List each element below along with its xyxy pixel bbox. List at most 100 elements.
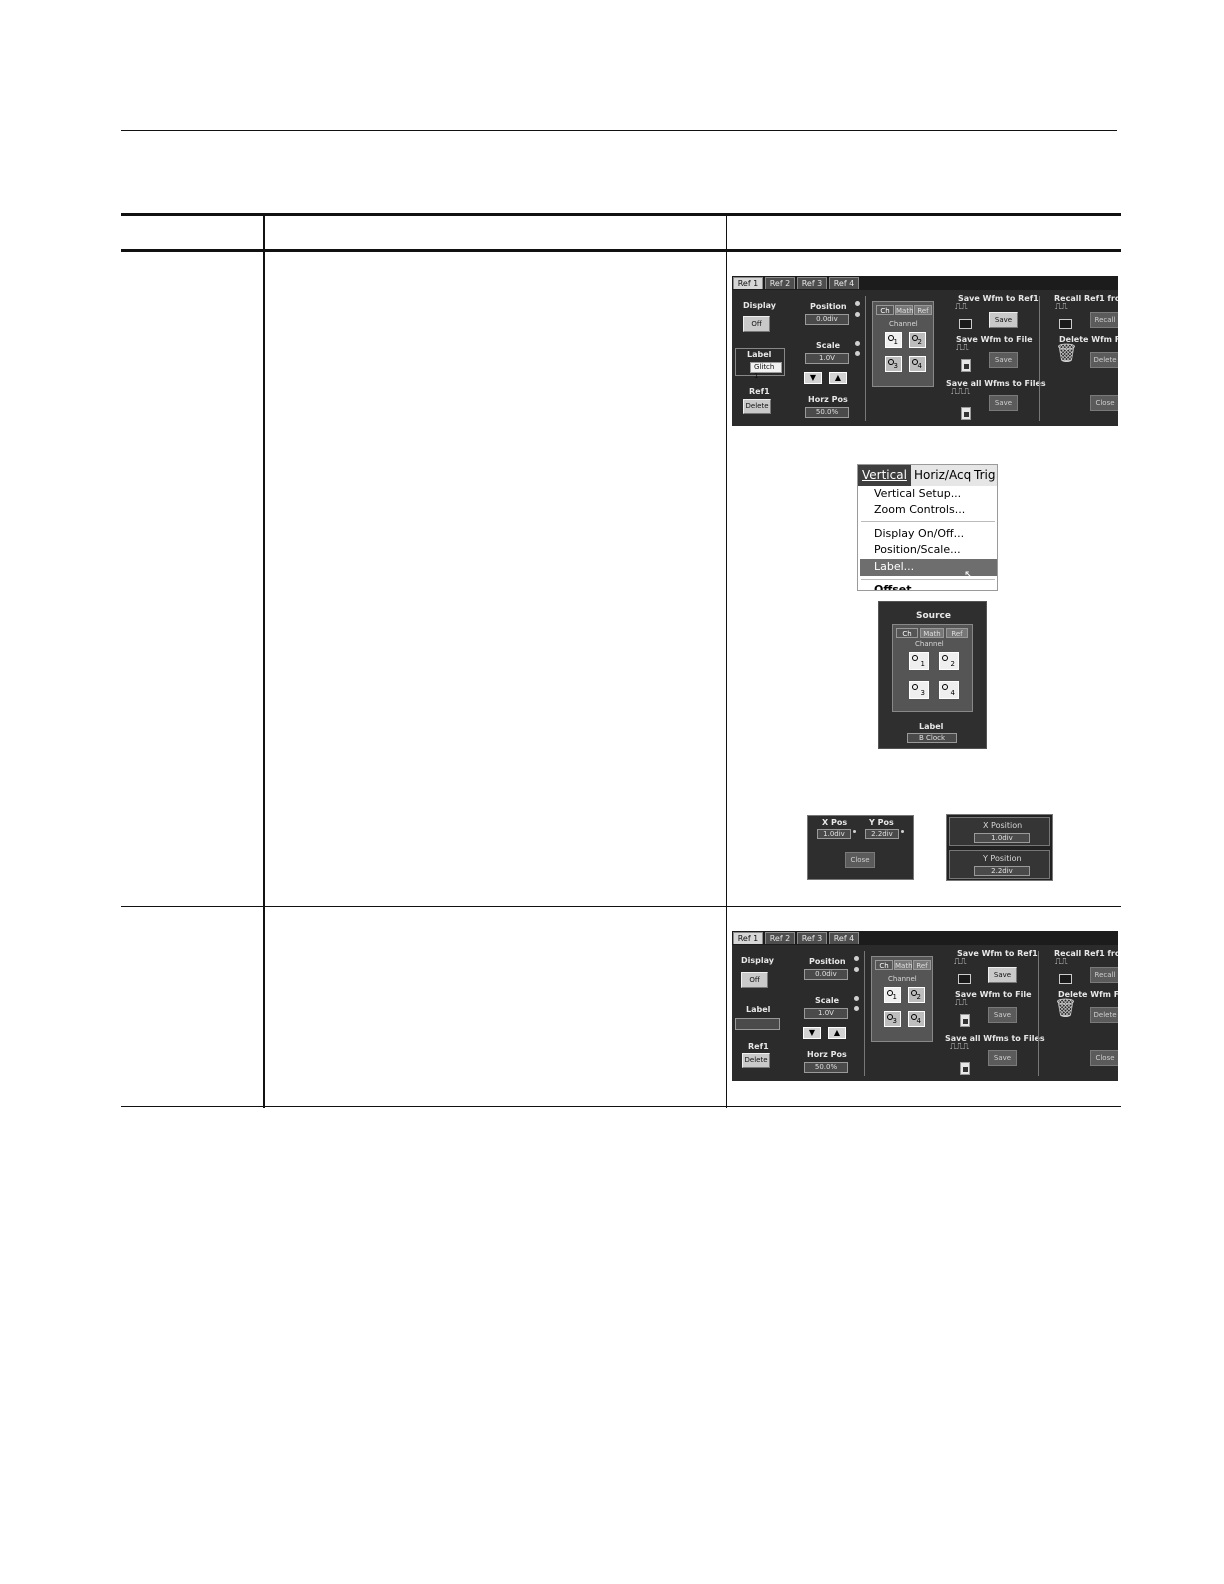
menu-bar: Vertical Horiz/Acq Trig — [858, 465, 997, 486]
tab-ref-3[interactable]: Ref 3 — [797, 932, 827, 944]
channel-3-button[interactable]: 3 — [884, 1011, 901, 1027]
tab-math[interactable]: Math — [895, 305, 914, 315]
tab-ref[interactable]: Ref — [946, 628, 968, 638]
horz-pos-input[interactable]: 50.0% — [805, 407, 849, 418]
menu-item-display-on-off[interactable]: Display On/Off... — [874, 527, 964, 540]
position-knob-icon[interactable] — [855, 312, 860, 317]
channel-4-button[interactable]: 4 — [939, 681, 959, 699]
divider — [1039, 296, 1040, 421]
channel-1-button[interactable]: 1 — [885, 332, 902, 348]
channel-2-button[interactable]: 2 — [939, 652, 959, 670]
position-knob-icon[interactable] — [854, 967, 859, 972]
source-channel-box: Ch Math Ref Channel 1 2 3 4 — [872, 301, 934, 387]
divider — [1038, 951, 1039, 1076]
scale-knob-icon[interactable] — [855, 351, 860, 356]
tab-ch[interactable]: Ch — [875, 960, 893, 970]
scale-knob-icon[interactable] — [854, 996, 859, 1001]
x-pos-input[interactable]: 1.0div — [817, 829, 851, 839]
position-input[interactable]: 0.0div — [805, 314, 849, 325]
channel-3-button[interactable]: 3 — [885, 356, 902, 372]
channel-1-button[interactable]: 1 — [884, 987, 901, 1003]
display-off-button[interactable]: Off — [743, 316, 770, 332]
scale-label: Scale — [815, 996, 840, 1005]
channel-1-button[interactable]: 1 — [909, 652, 929, 670]
tab-ch[interactable]: Ch — [896, 628, 918, 638]
label-input[interactable] — [735, 1018, 780, 1030]
position-knob-icon[interactable] — [855, 301, 860, 306]
x-position-input[interactable]: 1.0div — [974, 833, 1030, 843]
ref-tab-bar: Ref 1 Ref 2 Ref 3 Ref 4 — [732, 276, 1118, 290]
channel-2-button[interactable]: 2 — [908, 987, 925, 1003]
tab-math[interactable]: Math — [894, 960, 913, 970]
save-to-file-button[interactable]: Save — [989, 352, 1018, 368]
waveform-icon: ⎍⎍ — [955, 998, 968, 1008]
menu-item-vertical-setup[interactable]: Vertical Setup... — [874, 487, 961, 500]
save-to-ref-button[interactable]: Save — [988, 967, 1017, 983]
menu-separator — [861, 579, 995, 580]
y-pos-knob-icon[interactable] — [901, 830, 904, 833]
ref-memory-icon — [1059, 974, 1072, 984]
tab-ref-3[interactable]: Ref 3 — [797, 277, 827, 289]
close-button[interactable]: Close — [1090, 395, 1118, 411]
close-button[interactable]: Close — [1090, 1050, 1118, 1066]
scale-up-arrow-icon[interactable]: ▲ — [829, 372, 847, 384]
recall-button[interactable]: Recall — [1090, 312, 1118, 328]
y-position-input[interactable]: 2.2div — [974, 866, 1030, 876]
tab-ref-2[interactable]: Ref 2 — [765, 932, 795, 944]
save-all-button[interactable]: Save — [989, 395, 1018, 411]
tab-ref-4[interactable]: Ref 4 — [829, 277, 859, 289]
label-input[interactable]: Glitch 1 — [750, 362, 782, 380]
menu-vertical[interactable]: Vertical — [858, 465, 911, 486]
tab-ref-4[interactable]: Ref 4 — [829, 932, 859, 944]
delete-files-button[interactable]: Delete — [1090, 1007, 1118, 1023]
close-button[interactable]: Close — [845, 852, 875, 868]
delete-files-button[interactable]: Delete — [1090, 352, 1118, 368]
horz-pos-input[interactable]: 50.0% — [804, 1062, 848, 1073]
tab-math[interactable]: Math — [920, 628, 944, 638]
channel-3-button[interactable]: 3 — [909, 681, 929, 699]
scale-input[interactable]: 1.0V — [805, 353, 849, 364]
scale-down-arrow-icon[interactable]: ▼ — [803, 1027, 821, 1039]
channel-2-button[interactable]: 2 — [909, 332, 926, 348]
menu-item-offset[interactable]: Offset — [874, 583, 912, 590]
position-input[interactable]: 0.0div — [804, 969, 848, 980]
channel-4-button[interactable]: 4 — [909, 356, 926, 372]
divider — [865, 296, 866, 421]
delete-ref-button[interactable]: Delete — [742, 1053, 770, 1068]
channel-label: Channel — [915, 640, 944, 648]
header-rule — [121, 130, 1117, 131]
source-channel-box: Ch Math Ref Channel 1 2 3 4 — [892, 624, 973, 712]
position-knob-icon[interactable] — [854, 956, 859, 961]
files-icon — [960, 1062, 970, 1075]
save-to-ref-button[interactable]: Save — [989, 312, 1018, 328]
scale-down-arrow-icon[interactable]: ▼ — [804, 372, 822, 384]
save-to-file-button[interactable]: Save — [988, 1007, 1017, 1023]
scale-knob-icon[interactable] — [854, 1006, 859, 1011]
scale-up-arrow-icon[interactable]: ▲ — [828, 1027, 846, 1039]
menu-item-label[interactable]: Label... — [874, 560, 914, 573]
menu-item-zoom-controls[interactable]: Zoom Controls... — [874, 503, 965, 516]
channel-4-button[interactable]: 4 — [908, 1011, 925, 1027]
recall-button[interactable]: Recall — [1090, 967, 1118, 983]
y-pos-input[interactable]: 2.2div — [865, 829, 899, 839]
tab-ref-1[interactable]: Ref 1 — [733, 277, 763, 289]
tab-ref-2[interactable]: Ref 2 — [765, 277, 795, 289]
table-top-rule — [121, 213, 1121, 216]
tab-ref-1[interactable]: Ref 1 — [733, 932, 763, 944]
scale-knob-icon[interactable] — [855, 341, 860, 346]
menu-separator — [861, 521, 995, 522]
label-value-input[interactable]: B Clock — [907, 733, 957, 743]
save-all-button[interactable]: Save — [988, 1050, 1017, 1066]
scale-input[interactable]: 1.0V — [804, 1008, 848, 1019]
tab-ref[interactable]: Ref — [914, 305, 932, 315]
tab-ref[interactable]: Ref — [913, 960, 931, 970]
display-off-button[interactable]: Off — [741, 972, 768, 988]
xy-pos-dialog: X Pos Y Pos 1.0div 2.2div Close — [807, 815, 914, 880]
x-pos-knob-icon[interactable] — [853, 830, 856, 833]
menu-trig[interactable]: Trig — [974, 465, 995, 486]
horz-pos-label: Horz Pos — [807, 1050, 847, 1059]
menu-item-position-scale[interactable]: Position/Scale... — [874, 543, 961, 556]
menu-horiz-acq[interactable]: Horiz/Acq — [914, 465, 971, 486]
tab-ch[interactable]: Ch — [876, 305, 894, 315]
delete-ref-button[interactable]: Delete — [743, 399, 771, 414]
